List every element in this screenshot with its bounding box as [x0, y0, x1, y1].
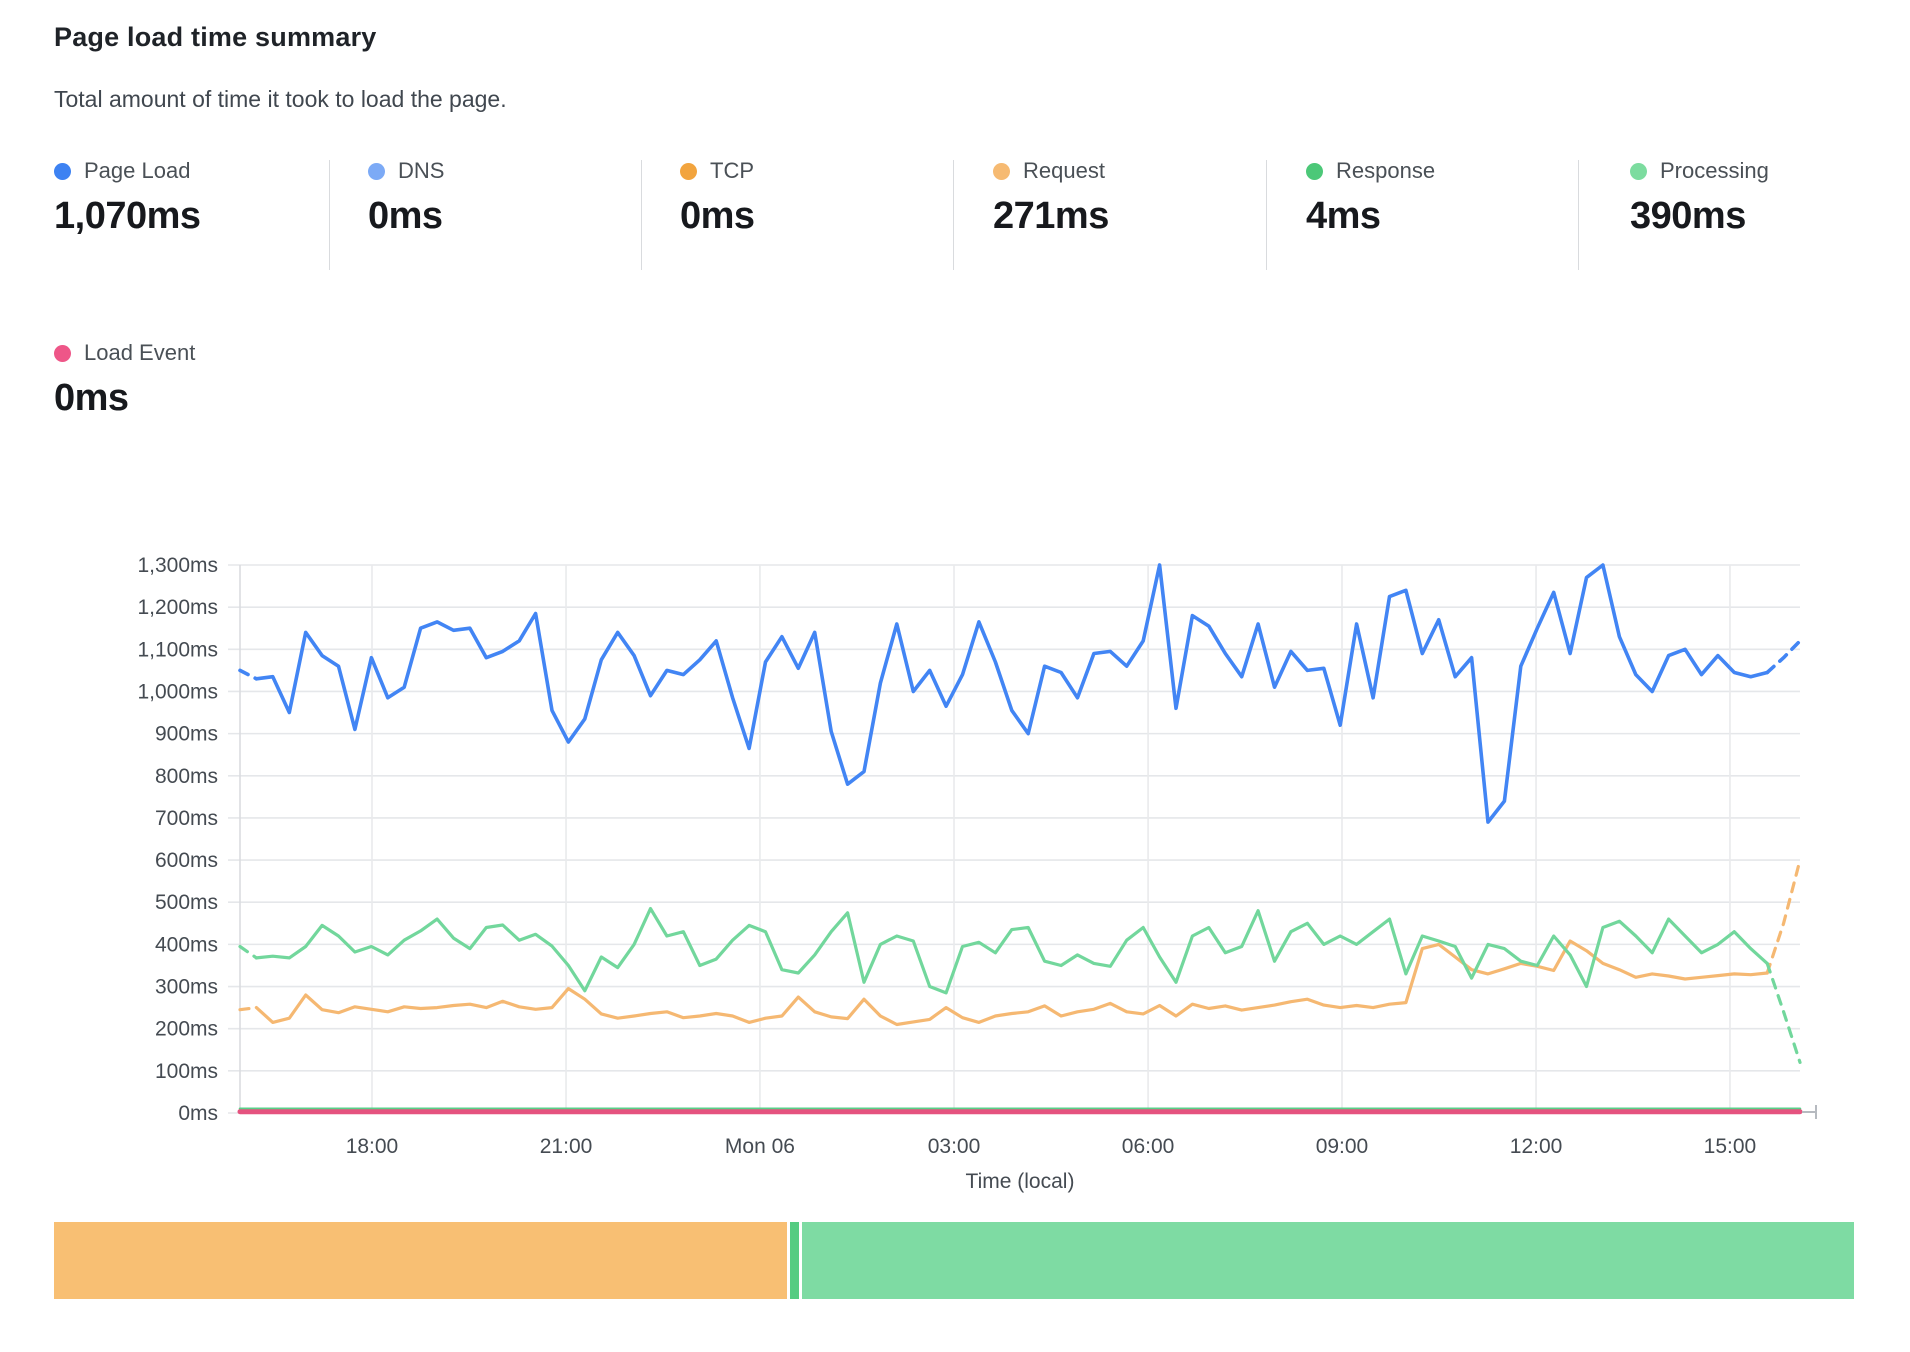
x-axis-tick-label: 03:00	[928, 1135, 981, 1158]
y-axis-tick-label: 800ms	[155, 765, 218, 788]
timeline-segment-2[interactable]	[802, 1222, 1854, 1299]
legend-metric-load-event[interactable]: Load Event 0ms	[54, 340, 195, 420]
page-load-time-line-chart[interactable]: 0ms 100ms 200ms 300ms 400ms 500ms 600ms 700ms 80…	[0, 440, 1910, 1215]
x-axis-tick-label: 18:00	[346, 1135, 399, 1158]
status-timeline-bar	[54, 1222, 1856, 1299]
metric-label: Request	[1023, 158, 1105, 184]
series-line-page-load-dashed-start	[240, 670, 256, 678]
legend-divider	[953, 160, 954, 270]
page-title: Page load time summary	[54, 22, 377, 53]
dns-color-dot	[368, 163, 385, 180]
metric-value: 0ms	[54, 377, 195, 420]
series-line-page-load-dashed-end	[1767, 641, 1800, 673]
x-axis-title: Time (local)	[966, 1170, 1075, 1193]
metric-value: 0ms	[680, 195, 755, 238]
y-axis-tick-label: 1,300ms	[137, 554, 218, 577]
metric-label: Load Event	[84, 340, 195, 366]
legend-metric-dns[interactable]: DNS 0ms	[368, 158, 444, 238]
tcp-color-dot	[680, 163, 697, 180]
legend-metric-request[interactable]: Request 271ms	[993, 158, 1109, 238]
request-color-dot	[993, 163, 1010, 180]
metric-label: Response	[1336, 158, 1435, 184]
timeline-segment-0[interactable]	[54, 1222, 787, 1299]
y-axis-tick-label: 1,000ms	[137, 680, 218, 703]
x-axis-tick-label: 12:00	[1510, 1135, 1563, 1158]
legend-metric-response[interactable]: Response 4ms	[1306, 158, 1435, 238]
series-line-request-dashed-end	[1767, 860, 1800, 973]
y-axis-tick-label: 600ms	[155, 849, 218, 872]
series-line-processing	[256, 909, 1767, 993]
metric-value: 1,070ms	[54, 195, 201, 238]
page-load-color-dot	[54, 163, 71, 180]
x-axis-tick-label: Mon 06	[725, 1135, 795, 1158]
y-axis-tick-label: 300ms	[155, 976, 218, 999]
y-axis-tick-label: 0ms	[178, 1102, 218, 1125]
x-axis-tick-label: 21:00	[540, 1135, 593, 1158]
legend-divider	[1578, 160, 1579, 270]
y-axis-tick-label: 900ms	[155, 723, 218, 746]
metric-label: DNS	[398, 158, 444, 184]
metric-value: 271ms	[993, 195, 1109, 238]
series-line-request	[256, 941, 1767, 1025]
y-axis-tick-label: 400ms	[155, 933, 218, 956]
y-axis-tick-label: 500ms	[155, 891, 218, 914]
y-axis-tick-label: 1,200ms	[137, 596, 218, 619]
metric-value: 4ms	[1306, 195, 1435, 238]
series-line-request-dashed-start	[240, 1008, 256, 1010]
y-axis-tick-label: 700ms	[155, 807, 218, 830]
metric-label: Page Load	[84, 158, 190, 184]
metric-label: TCP	[710, 158, 754, 184]
series-line-processing-dashed-end	[1767, 963, 1800, 1062]
processing-color-dot	[1630, 163, 1647, 180]
x-axis-tick-label: 15:00	[1704, 1135, 1757, 1158]
metric-label: Processing	[1660, 158, 1769, 184]
y-axis-tick-label: 100ms	[155, 1060, 218, 1083]
metrics-legend-row: Page Load 1,070ms DNS 0ms TCP 0ms Reques…	[0, 158, 1910, 274]
metric-value: 390ms	[1630, 195, 1769, 238]
response-color-dot	[1306, 163, 1323, 180]
timeline-segment-1[interactable]	[790, 1222, 799, 1299]
legend-divider	[1266, 160, 1267, 270]
series-line-processing-dashed-start	[240, 947, 256, 958]
legend-metric-page-load[interactable]: Page Load 1,070ms	[54, 158, 201, 238]
series-line-page-load	[256, 565, 1767, 822]
x-axis-tick-label: 06:00	[1122, 1135, 1175, 1158]
y-axis-tick-label: 200ms	[155, 1018, 218, 1041]
legend-divider	[641, 160, 642, 270]
legend-metric-tcp[interactable]: TCP 0ms	[680, 158, 755, 238]
page-load-summary-panel: Page load time summary Total amount of t…	[0, 0, 1910, 1352]
load-event-color-dot	[54, 345, 71, 362]
x-axis-tick-label: 09:00	[1316, 1135, 1369, 1158]
legend-metric-processing[interactable]: Processing 390ms	[1630, 158, 1769, 238]
y-axis-tick-label: 1,100ms	[137, 638, 218, 661]
legend-divider	[329, 160, 330, 270]
metric-value: 0ms	[368, 195, 444, 238]
page-subtitle: Total amount of time it took to load the…	[54, 86, 507, 113]
